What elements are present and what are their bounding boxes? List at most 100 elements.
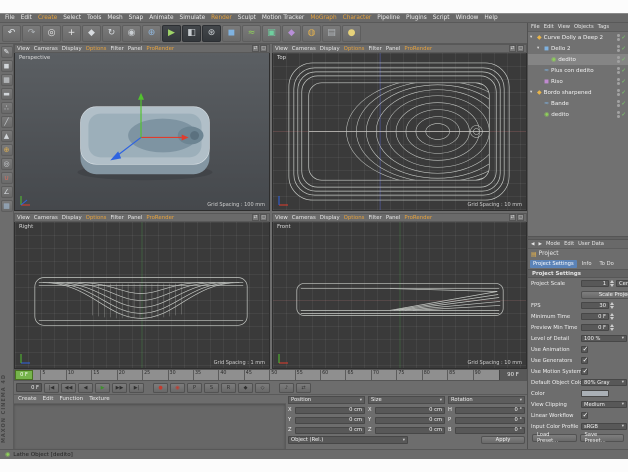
object-row[interactable]: ▾◼Dello 2✓ <box>528 43 628 54</box>
project-scale-unit-dropdown[interactable]: Centimeters <box>616 280 628 287</box>
material-menu-function[interactable]: Function <box>59 396 83 402</box>
prev-key-button[interactable]: ◀◀ <box>61 383 76 393</box>
coord-rotation-dropdown[interactable]: Rotation <box>448 396 525 404</box>
menu-item-character[interactable]: Character <box>340 15 375 21</box>
texture-mode-icon[interactable]: ▦ <box>1 74 13 86</box>
live-selection-icon[interactable]: ◎ <box>42 25 61 42</box>
expander-icon[interactable]: ▾ <box>530 35 535 40</box>
undo-icon[interactable]: ↶ <box>2 25 21 42</box>
viewport-menu-display[interactable]: Display <box>62 46 82 52</box>
attr-menu-edit[interactable]: Edit <box>564 241 574 247</box>
viewport-menu-cameras[interactable]: Cameras <box>34 215 58 221</box>
points-mode-icon[interactable]: ∴ <box>1 102 13 114</box>
record-parameter-button[interactable]: ◆ <box>238 383 253 393</box>
viewport-maximize-icon[interactable]: □ <box>260 214 267 221</box>
spinner-icon[interactable] <box>610 323 615 332</box>
record-keyframe-button[interactable]: ● <box>153 383 168 393</box>
fps-input[interactable]: 30 <box>581 302 609 309</box>
play-button[interactable]: ▶ <box>95 383 110 393</box>
coord-size-z-input[interactable]: 0 cm <box>375 427 445 434</box>
record-pla-button[interactable]: ◇ <box>255 383 270 393</box>
move-tool-icon[interactable]: + <box>62 25 81 42</box>
workplane-mode-icon[interactable]: ▬ <box>1 88 13 100</box>
menu-item-script[interactable]: Script <box>430 15 453 21</box>
autokey-button[interactable]: ◉ <box>170 383 185 393</box>
viewport-menu-display[interactable]: Display <box>62 215 82 221</box>
viewport-maximize-icon[interactable]: □ <box>260 45 267 52</box>
material-list-area[interactable] <box>14 404 286 449</box>
spinner-icon[interactable] <box>610 312 615 321</box>
attribute-object-row[interactable]: ▤ Project <box>528 249 628 259</box>
visibility-dots-icon[interactable] <box>617 56 620 63</box>
enabled-check-icon[interactable]: ✓ <box>621 101 626 107</box>
viewport-menu-options[interactable]: Options <box>86 215 107 221</box>
use-generators-checkbox[interactable] <box>581 357 588 364</box>
coord-position-dropdown[interactable]: Position <box>288 396 365 404</box>
viewport-menu-prorender[interactable]: ProRender <box>146 215 174 221</box>
rotate-tool-icon[interactable]: ↻ <box>102 25 121 42</box>
apply-button[interactable]: Apply <box>481 436 525 444</box>
enable-axis-icon[interactable]: ⊕ <box>1 144 13 156</box>
viewport-menu-prorender[interactable]: ProRender <box>146 46 174 52</box>
viewport-menu-options[interactable]: Options <box>344 215 365 221</box>
visibility-dots-icon[interactable] <box>617 89 620 96</box>
viewport-swap-icon[interactable]: ⇄ <box>252 45 259 52</box>
workplane-icon[interactable]: ▦ <box>1 200 13 212</box>
add-camera-icon[interactable]: ▤ <box>322 25 341 42</box>
viewport-menu-view[interactable]: View <box>275 215 288 221</box>
viewport-menu-display[interactable]: Display <box>320 215 340 221</box>
input-color-profile-dropdown[interactable]: sRGB <box>581 423 627 430</box>
history-arrow-icon[interactable]: ▶ <box>538 242 541 247</box>
add-spline-icon[interactable]: ≈ <box>242 25 261 42</box>
viewport-menu-cameras[interactable]: Cameras <box>292 215 316 221</box>
record-rotation-button[interactable]: R <box>221 383 236 393</box>
viewport-menu-filter[interactable]: Filter <box>368 215 381 221</box>
viewport-maximize-icon[interactable]: □ <box>517 45 524 52</box>
prev-frame-button[interactable]: ◀ <box>78 383 93 393</box>
history-arrow-icon[interactable]: ◀ <box>531 242 534 247</box>
viewport-menu-options[interactable]: Options <box>86 46 107 52</box>
menu-item-animate[interactable]: Animate <box>146 15 176 21</box>
menu-item-tools[interactable]: Tools <box>84 15 104 21</box>
om-menu-edit[interactable]: Edit <box>544 24 554 30</box>
object-row[interactable]: ◉dedito✓ <box>528 54 628 65</box>
material-menu-texture[interactable]: Texture <box>89 396 109 402</box>
timeline-end-frame[interactable]: 90 F <box>499 370 526 380</box>
menu-item-snap[interactable]: Snap <box>126 15 147 21</box>
coord-size-x-input[interactable]: 0 cm <box>375 407 445 414</box>
viewport-menu-prorender[interactable]: ProRender <box>404 215 432 221</box>
viewport-menu-panel[interactable]: Panel <box>128 46 143 52</box>
attr-menu-mode[interactable]: Mode <box>546 241 560 247</box>
current-frame-input[interactable]: 0 F <box>16 383 42 392</box>
enabled-check-icon[interactable]: ✓ <box>621 46 626 52</box>
project-scale-input[interactable]: 1 <box>581 280 609 287</box>
viewport-swap-icon[interactable]: ⇄ <box>509 45 516 52</box>
expander-icon[interactable]: ▾ <box>530 90 535 95</box>
viewport-menu-filter[interactable]: Filter <box>110 215 123 221</box>
material-menu-create[interactable]: Create <box>18 396 37 402</box>
level-of-detail-dropdown[interactable]: 100 % <box>581 335 627 342</box>
sound-button[interactable]: ♪ <box>279 383 294 393</box>
goto-start-button[interactable]: |◀ <box>44 383 59 393</box>
quantize-icon[interactable]: ∠ <box>1 186 13 198</box>
viewport-menu-filter[interactable]: Filter <box>368 46 381 52</box>
enabled-check-icon[interactable]: ✓ <box>621 112 626 118</box>
viewport-menu-options[interactable]: Options <box>344 46 365 52</box>
viewport-maximize-icon[interactable]: □ <box>517 214 524 221</box>
expander-icon[interactable]: ▾ <box>537 46 542 51</box>
record-scale-button[interactable]: S <box>204 383 219 393</box>
enabled-check-icon[interactable]: ✓ <box>621 68 626 74</box>
viewport-solo-icon[interactable]: ◎ <box>1 158 13 170</box>
viewport-menu-view[interactable]: View <box>17 215 30 221</box>
om-menu-objects[interactable]: Objects <box>574 24 594 30</box>
use-animation-checkbox[interactable] <box>581 346 588 353</box>
view-clipping-dropdown[interactable]: Medium <box>581 401 627 408</box>
soap-dish-3d-object[interactable] <box>15 53 269 210</box>
tab-info[interactable]: Info <box>579 260 595 268</box>
visibility-dots-icon[interactable] <box>617 34 620 41</box>
loop-button[interactable]: ⇄ <box>296 383 311 393</box>
minimum-time-input[interactable]: 0 F <box>581 313 609 320</box>
use-motion-system-checkbox[interactable] <box>581 368 588 375</box>
viewport-top-canvas[interactable]: Top Grid Spacing : 10 mm <box>272 53 527 211</box>
add-generator-icon[interactable]: ▣ <box>262 25 281 42</box>
